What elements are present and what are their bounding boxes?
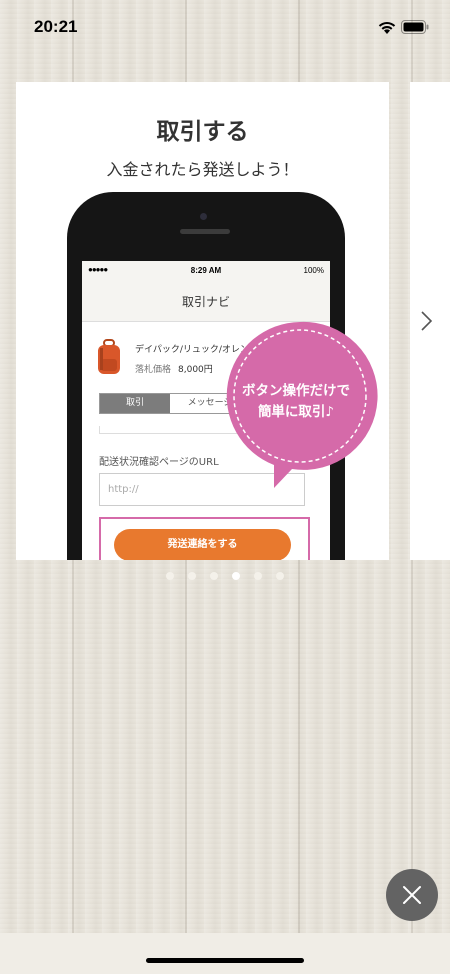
slide-title: 取引する <box>156 119 249 145</box>
bottom-area <box>0 933 450 974</box>
ship-notify-button: 発送連絡をする <box>114 529 291 560</box>
page-dot[interactable] <box>166 572 174 580</box>
phone-camera <box>200 213 207 220</box>
speech-bubble-text: ボタン操作だけで 簡単に取引♪ <box>222 381 370 423</box>
bubble-line-2: 簡単に取引♪ <box>257 404 335 420</box>
close-button[interactable] <box>386 869 438 921</box>
page-dot[interactable] <box>188 572 196 580</box>
phone-speaker <box>180 229 230 234</box>
bubble-line-1: ボタン操作だけで <box>242 383 350 399</box>
screen-time: 8:29 AM <box>190 266 222 275</box>
page-dot[interactable] <box>232 572 240 580</box>
wifi-icon <box>378 21 396 34</box>
home-indicator <box>146 958 304 963</box>
page-dot[interactable] <box>276 572 284 580</box>
page-dot[interactable] <box>254 572 262 580</box>
page-dot[interactable] <box>210 572 218 580</box>
url-label: 配送状況確認ページのURL <box>99 457 219 468</box>
screen-nav-title: 取引ナビ <box>181 295 230 309</box>
tutorial-slide: 取引する 入金されたら発送しよう！ ●●●●● 8:29 AM 100% 取引ナ… <box>16 82 389 560</box>
screen-battery: 100% <box>303 266 324 275</box>
price-value: 8,000円 <box>178 365 213 375</box>
battery-icon <box>401 20 429 34</box>
status-bar: 20:21 <box>0 0 450 56</box>
tab-trade: 取引 <box>100 394 170 413</box>
backpack-thumbnail <box>98 339 120 374</box>
screen-status-bar: ●●●●● 8:29 AM 100% <box>82 261 330 280</box>
screen-nav-bar: 取引ナビ <box>82 280 330 322</box>
price-label: 落札価格 <box>135 365 172 375</box>
close-icon <box>403 886 421 904</box>
chevron-right-icon[interactable] <box>420 310 434 332</box>
status-time: 20:21 <box>34 17 78 36</box>
slide-subtitle: 入金されたら発送しよう！ <box>106 160 299 179</box>
